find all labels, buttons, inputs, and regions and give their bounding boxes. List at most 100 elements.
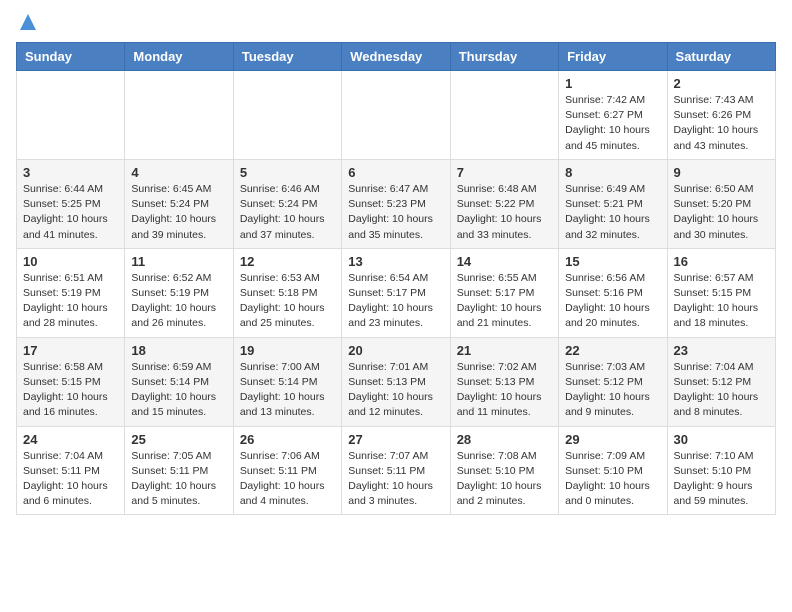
day-number: 11 <box>131 254 226 269</box>
day-info: Sunrise: 7:00 AM Sunset: 5:14 PM Dayligh… <box>240 360 335 421</box>
calendar-cell: 25 Sunrise: 7:05 AM Sunset: 5:11 PM Dayli… <box>125 426 233 515</box>
calendar-cell: 12 Sunrise: 6:53 AM Sunset: 5:18 PM Dayli… <box>233 248 341 337</box>
day-number: 15 <box>565 254 660 269</box>
day-of-week-header: Friday <box>559 43 667 71</box>
day-info: Sunrise: 7:42 AM Sunset: 6:27 PM Dayligh… <box>565 93 660 154</box>
day-info: Sunrise: 6:50 AM Sunset: 5:20 PM Dayligh… <box>674 182 769 243</box>
calendar-cell: 10 Sunrise: 6:51 AM Sunset: 5:19 PM Dayli… <box>17 248 125 337</box>
day-number: 25 <box>131 432 226 447</box>
calendar-cell: 5 Sunrise: 6:46 AM Sunset: 5:24 PM Daylig… <box>233 159 341 248</box>
day-info: Sunrise: 7:09 AM Sunset: 5:10 PM Dayligh… <box>565 449 660 510</box>
calendar-week-row: 17 Sunrise: 6:58 AM Sunset: 5:15 PM Dayli… <box>17 337 776 426</box>
day-of-week-header: Tuesday <box>233 43 341 71</box>
day-info: Sunrise: 7:01 AM Sunset: 5:13 PM Dayligh… <box>348 360 443 421</box>
day-number: 21 <box>457 343 552 358</box>
calendar-cell: 20 Sunrise: 7:01 AM Sunset: 5:13 PM Dayli… <box>342 337 450 426</box>
calendar-cell: 29Sunrise: 7:09 AM Sunset: 5:10 PM Dayli… <box>559 426 667 515</box>
day-info: Sunrise: 7:02 AM Sunset: 5:13 PM Dayligh… <box>457 360 552 421</box>
day-info: Sunrise: 6:46 AM Sunset: 5:24 PM Dayligh… <box>240 182 335 243</box>
calendar-cell <box>125 71 233 160</box>
calendar-cell: 9 Sunrise: 6:50 AM Sunset: 5:20 PM Daylig… <box>667 159 775 248</box>
calendar-week-row: 3Sunrise: 6:44 AM Sunset: 5:25 PM Daylig… <box>17 159 776 248</box>
day-info: Sunrise: 7:06 AM Sunset: 5:11 PM Dayligh… <box>240 449 335 510</box>
calendar-week-row: 24 Sunrise: 7:04 AM Sunset: 5:11 PM Dayli… <box>17 426 776 515</box>
day-number: 5 <box>240 165 335 180</box>
calendar-cell: 18 Sunrise: 6:59 AM Sunset: 5:14 PM Dayli… <box>125 337 233 426</box>
calendar-header-row: SundayMondayTuesdayWednesdayThursdayFrid… <box>17 43 776 71</box>
day-info: Sunrise: 7:04 AM Sunset: 5:12 PM Dayligh… <box>674 360 769 421</box>
day-info: Sunrise: 7:10 AM Sunset: 5:10 PM Dayligh… <box>674 449 769 510</box>
calendar-cell: 2 Sunrise: 7:43 AM Sunset: 6:26 PM Daylig… <box>667 71 775 160</box>
calendar-cell: 21 Sunrise: 7:02 AM Sunset: 5:13 PM Dayli… <box>450 337 558 426</box>
day-of-week-header: Monday <box>125 43 233 71</box>
day-number: 24 <box>23 432 118 447</box>
calendar-cell: 17 Sunrise: 6:58 AM Sunset: 5:15 PM Dayli… <box>17 337 125 426</box>
calendar-cell: 30Sunrise: 7:10 AM Sunset: 5:10 PM Dayli… <box>667 426 775 515</box>
day-info: Sunrise: 6:58 AM Sunset: 5:15 PM Dayligh… <box>23 360 118 421</box>
day-number: 1 <box>565 76 660 91</box>
day-info: Sunrise: 6:57 AM Sunset: 5:15 PM Dayligh… <box>674 271 769 332</box>
calendar-cell <box>233 71 341 160</box>
day-info: Sunrise: 6:53 AM Sunset: 5:18 PM Dayligh… <box>240 271 335 332</box>
day-info: Sunrise: 7:08 AM Sunset: 5:10 PM Dayligh… <box>457 449 552 510</box>
day-number: 26 <box>240 432 335 447</box>
day-number: 18 <box>131 343 226 358</box>
calendar-table: SundayMondayTuesdayWednesdayThursdayFrid… <box>16 42 776 515</box>
day-info: Sunrise: 6:47 AM Sunset: 5:23 PM Dayligh… <box>348 182 443 243</box>
day-number: 7 <box>457 165 552 180</box>
day-number: 22 <box>565 343 660 358</box>
calendar-cell: 6 Sunrise: 6:47 AM Sunset: 5:23 PM Daylig… <box>342 159 450 248</box>
day-number: 17 <box>23 343 118 358</box>
calendar-cell: 13Sunrise: 6:54 AM Sunset: 5:17 PM Dayli… <box>342 248 450 337</box>
calendar-cell: 19 Sunrise: 7:00 AM Sunset: 5:14 PM Dayli… <box>233 337 341 426</box>
day-number: 13 <box>348 254 443 269</box>
day-number: 10 <box>23 254 118 269</box>
day-of-week-header: Saturday <box>667 43 775 71</box>
day-info: Sunrise: 6:56 AM Sunset: 5:16 PM Dayligh… <box>565 271 660 332</box>
day-info: Sunrise: 6:48 AM Sunset: 5:22 PM Dayligh… <box>457 182 552 243</box>
calendar-cell: 16 Sunrise: 6:57 AM Sunset: 5:15 PM Dayli… <box>667 248 775 337</box>
day-info: Sunrise: 7:03 AM Sunset: 5:12 PM Dayligh… <box>565 360 660 421</box>
day-info: Sunrise: 7:04 AM Sunset: 5:11 PM Dayligh… <box>23 449 118 510</box>
calendar-cell: 1 Sunrise: 7:42 AM Sunset: 6:27 PM Daylig… <box>559 71 667 160</box>
day-number: 20 <box>348 343 443 358</box>
calendar-cell <box>450 71 558 160</box>
day-number: 16 <box>674 254 769 269</box>
calendar-cell <box>17 71 125 160</box>
day-number: 6 <box>348 165 443 180</box>
day-info: Sunrise: 6:59 AM Sunset: 5:14 PM Dayligh… <box>131 360 226 421</box>
day-number: 23 <box>674 343 769 358</box>
day-of-week-header: Wednesday <box>342 43 450 71</box>
day-info: Sunrise: 7:05 AM Sunset: 5:11 PM Dayligh… <box>131 449 226 510</box>
calendar-cell: 27 Sunrise: 7:07 AM Sunset: 5:11 PM Dayli… <box>342 426 450 515</box>
page-header <box>16 16 776 30</box>
logo <box>16 16 36 30</box>
day-info: Sunrise: 6:51 AM Sunset: 5:19 PM Dayligh… <box>23 271 118 332</box>
day-info: Sunrise: 7:07 AM Sunset: 5:11 PM Dayligh… <box>348 449 443 510</box>
day-number: 12 <box>240 254 335 269</box>
day-number: 2 <box>674 76 769 91</box>
day-number: 4 <box>131 165 226 180</box>
calendar-cell: 3Sunrise: 6:44 AM Sunset: 5:25 PM Daylig… <box>17 159 125 248</box>
calendar-cell: 26 Sunrise: 7:06 AM Sunset: 5:11 PM Dayli… <box>233 426 341 515</box>
day-info: Sunrise: 6:55 AM Sunset: 5:17 PM Dayligh… <box>457 271 552 332</box>
day-info: Sunrise: 7:43 AM Sunset: 6:26 PM Dayligh… <box>674 93 769 154</box>
calendar-cell: 8Sunrise: 6:49 AM Sunset: 5:21 PM Daylig… <box>559 159 667 248</box>
calendar-cell: 22 Sunrise: 7:03 AM Sunset: 5:12 PM Dayli… <box>559 337 667 426</box>
calendar-cell: 28 Sunrise: 7:08 AM Sunset: 5:10 PM Dayli… <box>450 426 558 515</box>
calendar-cell: 7 Sunrise: 6:48 AM Sunset: 5:22 PM Daylig… <box>450 159 558 248</box>
logo-triangle-icon <box>20 14 36 30</box>
calendar-cell: 15 Sunrise: 6:56 AM Sunset: 5:16 PM Dayli… <box>559 248 667 337</box>
calendar-cell: 23 Sunrise: 7:04 AM Sunset: 5:12 PM Dayli… <box>667 337 775 426</box>
day-number: 27 <box>348 432 443 447</box>
day-number: 19 <box>240 343 335 358</box>
day-of-week-header: Sunday <box>17 43 125 71</box>
day-of-week-header: Thursday <box>450 43 558 71</box>
day-number: 9 <box>674 165 769 180</box>
calendar-cell: 24 Sunrise: 7:04 AM Sunset: 5:11 PM Dayli… <box>17 426 125 515</box>
day-info: Sunrise: 6:44 AM Sunset: 5:25 PM Dayligh… <box>23 182 118 243</box>
day-number: 28 <box>457 432 552 447</box>
calendar-cell <box>342 71 450 160</box>
day-number: 8 <box>565 165 660 180</box>
day-number: 14 <box>457 254 552 269</box>
